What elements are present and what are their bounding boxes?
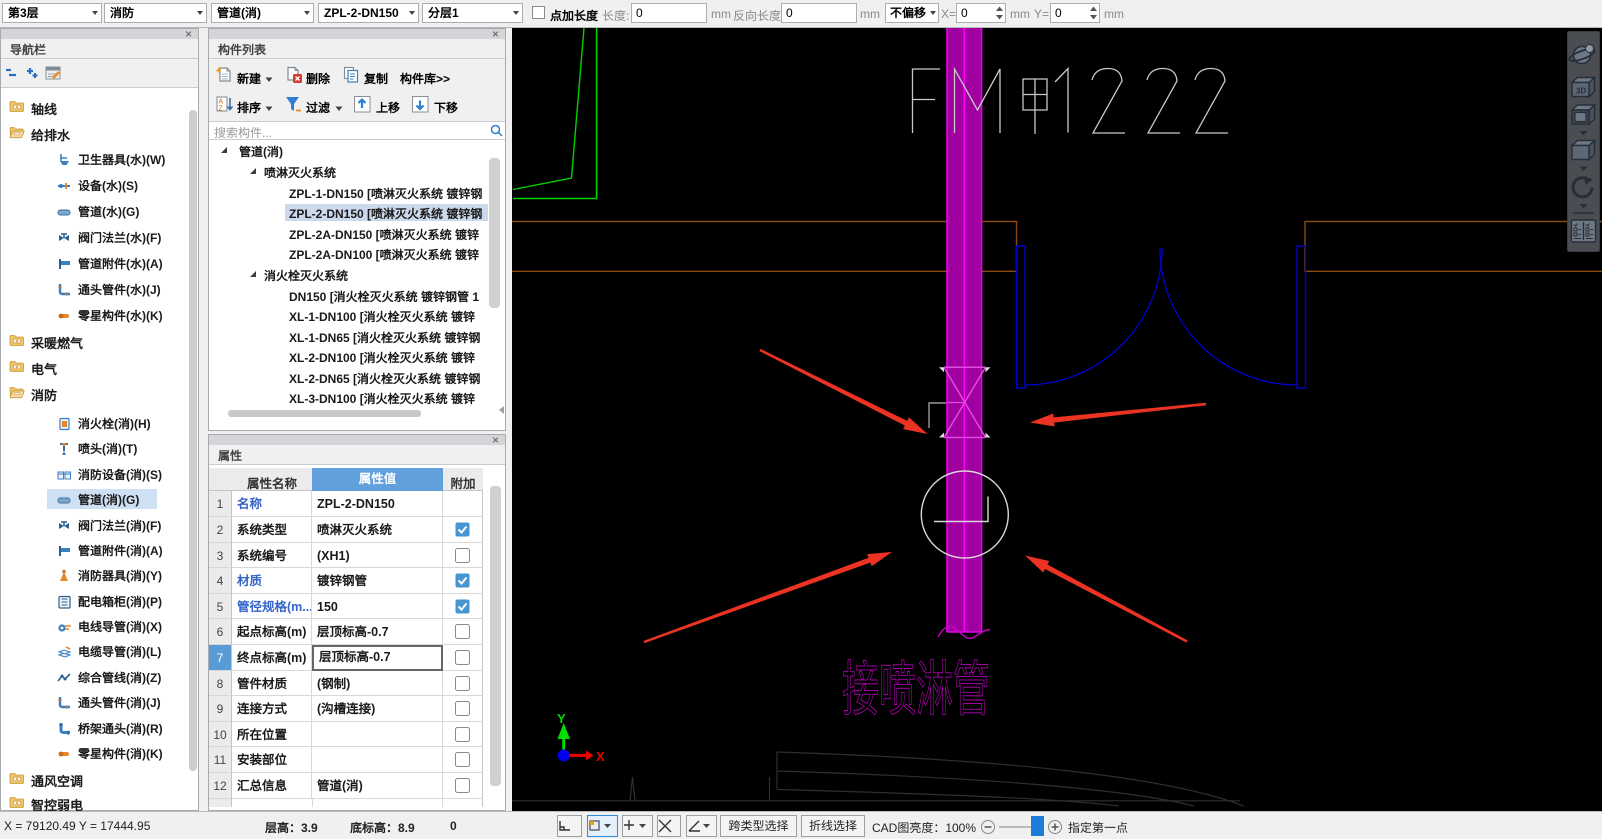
svg-text:接喷淋管: 接喷淋管 xyxy=(842,641,990,728)
svg-text:X: X xyxy=(596,749,605,764)
svg-text:Z: Z xyxy=(219,106,224,113)
svg-text:3D: 3D xyxy=(1576,87,1586,96)
svg-text:Y: Y xyxy=(557,711,566,726)
svg-text:A: A xyxy=(219,99,224,106)
